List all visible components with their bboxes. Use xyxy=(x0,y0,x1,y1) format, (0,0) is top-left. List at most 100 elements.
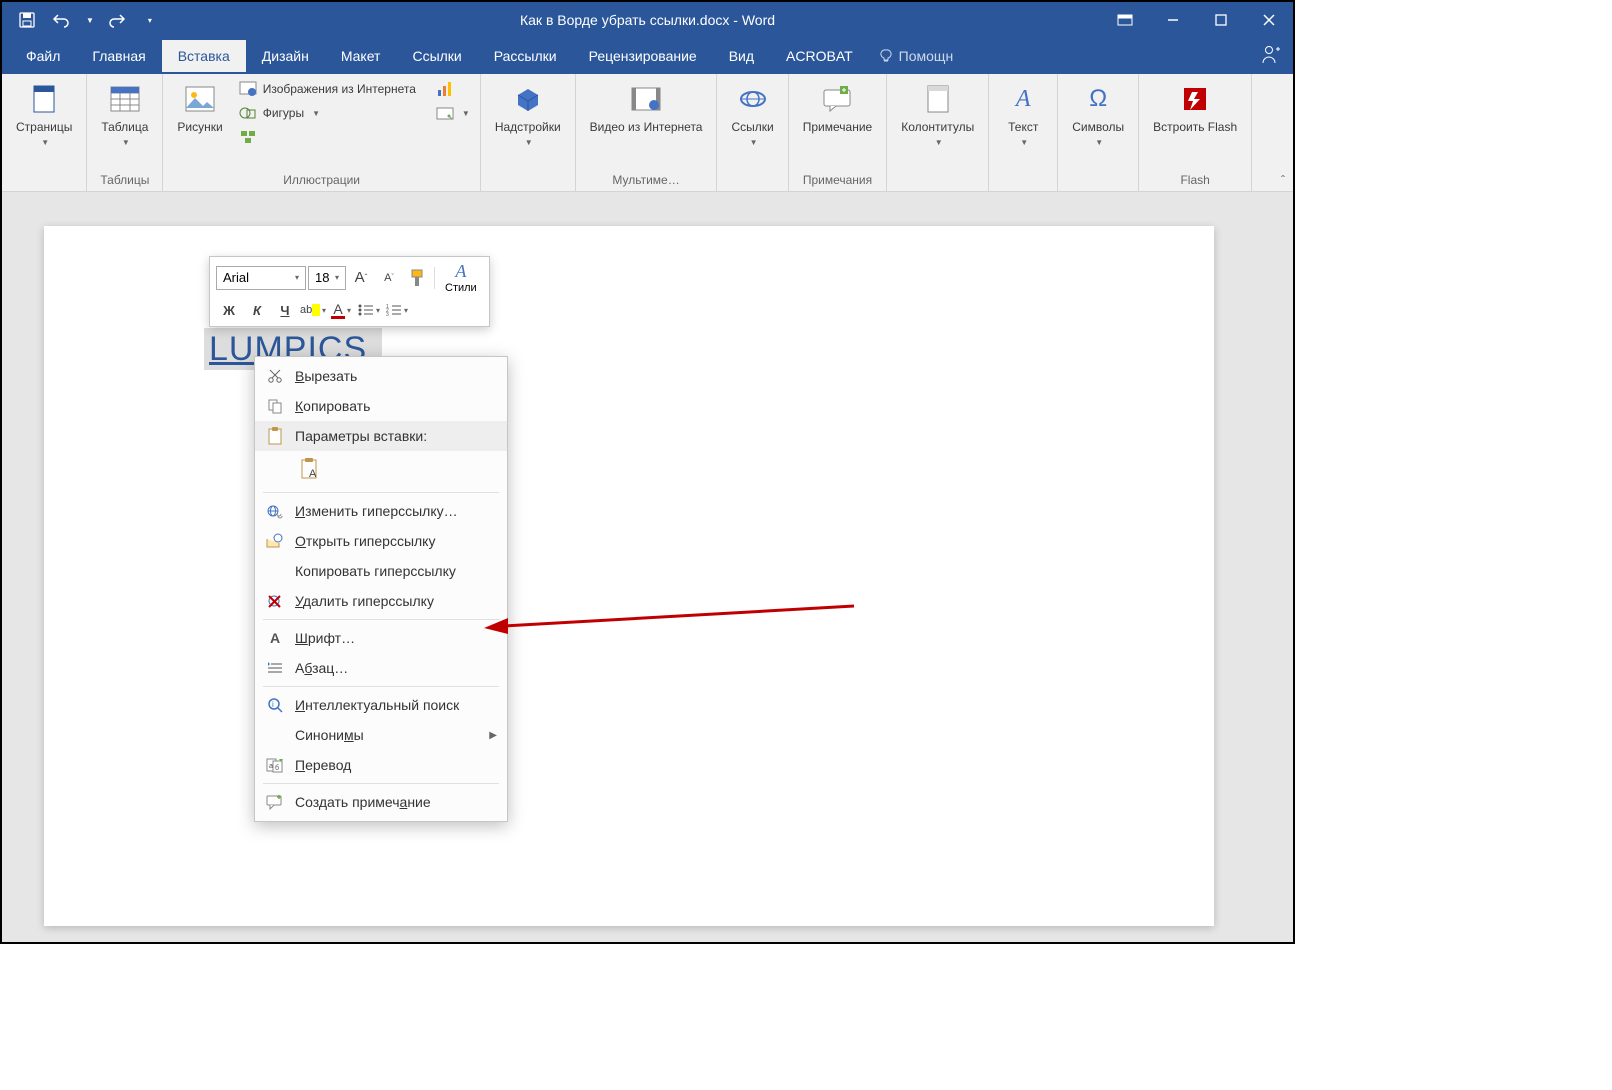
styles-button[interactable]: A Стили xyxy=(439,261,483,294)
cm-paragraph[interactable]: Абзац… xyxy=(255,653,507,683)
cm-font[interactable]: A Шрифт… xyxy=(255,623,507,653)
table-label: Таблица xyxy=(101,120,148,134)
tab-references[interactable]: Ссылки xyxy=(396,40,477,72)
online-picture-icon xyxy=(239,80,257,98)
numbering-button[interactable]: 123▾ xyxy=(384,298,410,322)
svg-text:б: б xyxy=(275,764,279,772)
cm-font-label: Шрифт… xyxy=(295,630,355,646)
font-family-selector[interactable]: Arial▾ xyxy=(216,266,306,290)
new-comment-icon xyxy=(263,792,287,812)
tab-review[interactable]: Рецензирование xyxy=(573,40,713,72)
maximize-icon[interactable] xyxy=(1197,2,1245,38)
group-flash: Встроить Flash Flash xyxy=(1139,74,1252,191)
links-label: Ссылки xyxy=(731,120,773,134)
cm-open-hyperlink-label: Открыть гиперссылку xyxy=(295,533,435,549)
group-media: Видео из Интернета Мультиме… xyxy=(576,74,718,191)
underline-button[interactable]: Ч xyxy=(272,298,298,322)
cm-remove-hyperlink[interactable]: Удалить гиперссылку xyxy=(255,586,507,616)
cm-smart-lookup[interactable]: i Интеллектуальный поиск xyxy=(255,690,507,720)
highlight-button[interactable]: ab▾ xyxy=(300,298,326,322)
titlebar: ▼ ▾ Как в Ворде убрать ссылки.docx - Wor… xyxy=(2,2,1293,38)
close-icon[interactable] xyxy=(1245,2,1293,38)
video-icon xyxy=(629,82,663,116)
group-symbols: Ω Символы▼ xyxy=(1058,74,1139,191)
online-video-button[interactable]: Видео из Интернета xyxy=(582,78,711,138)
tab-mailings[interactable]: Рассылки xyxy=(478,40,573,72)
ribbon-options-icon[interactable] xyxy=(1101,2,1149,38)
group-symbols-label xyxy=(1064,185,1132,189)
document-workspace: LUMPICS Arial▾ 18▾ Aˆ Aˇ A Стили xyxy=(2,192,1293,942)
font-size-selector[interactable]: 18▾ xyxy=(308,266,346,290)
smartart-button[interactable] xyxy=(235,126,420,148)
collapse-ribbon-icon[interactable]: ˆ xyxy=(1281,173,1285,187)
undo-icon[interactable] xyxy=(50,9,72,31)
search-icon: i xyxy=(263,695,287,715)
shapes-button[interactable]: Фигуры ▼ xyxy=(235,102,420,124)
symbols-button[interactable]: Ω Символы▼ xyxy=(1064,78,1132,153)
undo-dropdown-icon[interactable]: ▼ xyxy=(86,16,94,25)
bullets-button[interactable]: ▾ xyxy=(356,298,382,322)
shrink-font-button[interactable]: Aˇ xyxy=(376,266,402,290)
pages-button[interactable]: Страницы▼ xyxy=(8,78,80,153)
flash-icon xyxy=(1178,82,1212,116)
tab-home[interactable]: Главная xyxy=(76,40,161,72)
page-header-icon xyxy=(921,82,955,116)
tab-design[interactable]: Дизайн xyxy=(246,40,325,72)
cm-remove-hyperlink-label: Удалить гиперссылку xyxy=(295,593,434,609)
cm-copy-hyperlink[interactable]: Копировать гиперссылку xyxy=(255,556,507,586)
redo-icon[interactable] xyxy=(106,9,128,31)
cm-translate-label: Перевод xyxy=(295,757,351,773)
qat-customize-icon[interactable]: ▾ xyxy=(148,16,152,25)
screenshot-icon xyxy=(436,104,454,122)
headerfooter-button[interactable]: Колонтитулы▼ xyxy=(893,78,982,153)
italic-button[interactable]: К xyxy=(244,298,270,322)
pictures-button[interactable]: Рисунки xyxy=(169,78,230,138)
tab-acrobat[interactable]: ACROBAT xyxy=(770,40,869,72)
tab-insert[interactable]: Вставка xyxy=(162,40,246,72)
share-icon[interactable] xyxy=(1261,43,1283,70)
screenshot-button[interactable]: ▼ xyxy=(432,102,474,124)
cm-copy[interactable]: Копировать xyxy=(255,391,507,421)
table-button[interactable]: Таблица▼ xyxy=(93,78,156,153)
comment-icon xyxy=(820,82,854,116)
comment-label: Примечание xyxy=(803,120,872,134)
grow-font-button[interactable]: Aˆ xyxy=(348,266,374,290)
page-icon xyxy=(27,82,61,116)
font-color-button[interactable]: A▾ xyxy=(328,298,354,322)
svg-text:3: 3 xyxy=(386,312,389,317)
cm-new-comment-label: Создать примечание xyxy=(295,794,431,810)
group-tables: Таблица▼ Таблицы xyxy=(87,74,163,191)
share-area xyxy=(1261,38,1283,74)
paste-keep-text-button[interactable]: A xyxy=(295,455,327,485)
tab-layout[interactable]: Макет xyxy=(325,40,397,72)
cm-paste-options-row: A xyxy=(255,451,507,489)
cm-open-hyperlink[interactable]: Открыть гиперссылку xyxy=(255,526,507,556)
bold-button[interactable]: Ж xyxy=(216,298,242,322)
cm-synonyms[interactable]: Синонимы ▶ xyxy=(255,720,507,750)
cm-edit-hyperlink[interactable]: Изменить гиперссылку… xyxy=(255,496,507,526)
text-button[interactable]: A Текст▼ xyxy=(995,78,1051,153)
links-button[interactable]: Ссылки▼ xyxy=(723,78,781,153)
mini-toolbar: Arial▾ 18▾ Aˆ Aˇ A Стили Ж К Ч xyxy=(209,256,490,327)
document-page[interactable]: LUMPICS Arial▾ 18▾ Aˆ Aˇ A Стили xyxy=(44,226,1214,926)
blank-icon xyxy=(263,725,287,745)
cm-new-comment[interactable]: Создать примечание xyxy=(255,787,507,817)
save-icon[interactable] xyxy=(16,9,38,31)
group-text: A Текст▼ xyxy=(989,74,1058,191)
comment-button[interactable]: Примечание xyxy=(795,78,880,138)
cm-translate[interactable]: aб Перевод xyxy=(255,750,507,780)
tab-file[interactable]: Файл xyxy=(10,40,76,72)
tab-view[interactable]: Вид xyxy=(713,40,770,72)
cm-cut-label: Вырезать xyxy=(295,368,357,384)
tellme-search[interactable]: Помощн xyxy=(879,48,954,64)
format-painter-button[interactable] xyxy=(404,266,430,290)
addins-button[interactable]: Надстройки▼ xyxy=(487,78,569,153)
flash-button[interactable]: Встроить Flash xyxy=(1145,78,1245,138)
online-pictures-button[interactable]: Изображения из Интернета xyxy=(235,78,420,100)
cm-paste-options-label: Параметры вставки: xyxy=(295,428,427,444)
cm-copy-label: Копировать xyxy=(295,398,370,414)
cm-cut[interactable]: Вырезать xyxy=(255,361,507,391)
minimize-icon[interactable] xyxy=(1149,2,1197,38)
chart-button[interactable] xyxy=(432,78,474,100)
picture-icon xyxy=(183,82,217,116)
